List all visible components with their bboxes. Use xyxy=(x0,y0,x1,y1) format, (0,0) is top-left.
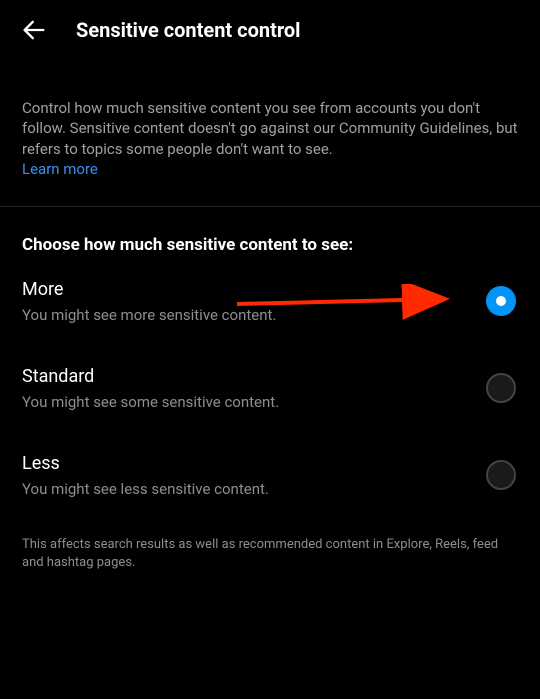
options-list: More You might see more sensitive conten… xyxy=(0,255,540,516)
option-sub: You might see less sensitive content. xyxy=(22,480,486,498)
radio-less[interactable] xyxy=(486,460,516,490)
section-title: Choose how much sensitive content to see… xyxy=(0,207,540,255)
radio-standard[interactable] xyxy=(486,373,516,403)
option-sub: You might see some sensitive content. xyxy=(22,393,486,411)
option-text: Standard You might see some sensitive co… xyxy=(22,366,486,411)
footer-note: This affects search results as well as r… xyxy=(0,516,540,592)
option-label: Less xyxy=(22,453,486,474)
option-text: Less You might see less sensitive conten… xyxy=(22,453,486,498)
description-block: Control how much sensitive content you s… xyxy=(0,98,540,178)
option-standard[interactable]: Standard You might see some sensitive co… xyxy=(22,342,518,429)
description-text: Control how much sensitive content you s… xyxy=(22,99,518,158)
back-arrow-icon[interactable] xyxy=(20,16,48,44)
option-text: More You might see more sensitive conten… xyxy=(22,279,486,324)
option-label: Standard xyxy=(22,366,486,387)
page-title: Sensitive content control xyxy=(76,18,300,42)
option-label: More xyxy=(22,279,486,300)
option-less[interactable]: Less You might see less sensitive conten… xyxy=(22,429,518,516)
option-more[interactable]: More You might see more sensitive conten… xyxy=(22,255,518,342)
radio-more[interactable] xyxy=(486,286,516,316)
learn-more-link[interactable]: Learn more xyxy=(22,160,98,178)
header: Sensitive content control xyxy=(0,0,540,60)
option-sub: You might see more sensitive content. xyxy=(22,306,486,324)
